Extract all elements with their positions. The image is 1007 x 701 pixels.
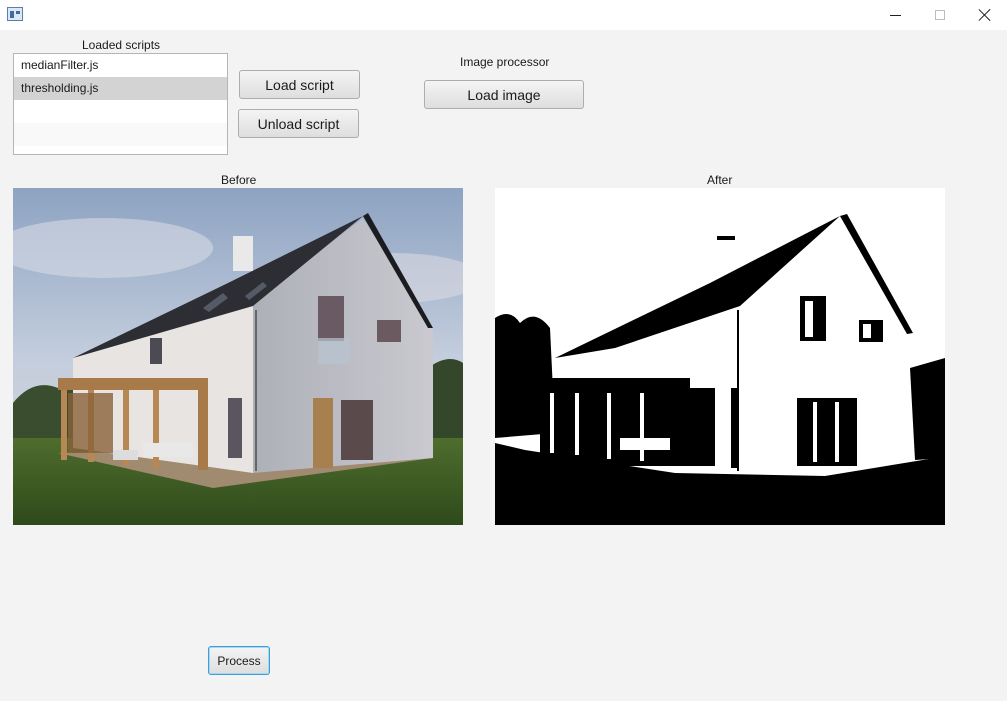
maximize-button[interactable] xyxy=(917,0,963,30)
loaded-scripts-label: Loaded scripts xyxy=(82,38,161,52)
unload-script-button[interactable]: Unload script xyxy=(238,109,359,138)
load-script-button[interactable]: Load script xyxy=(239,70,360,99)
title-bar xyxy=(0,0,1007,30)
before-label: Before xyxy=(221,173,257,187)
app-icon xyxy=(7,7,23,21)
process-button[interactable]: Process xyxy=(208,646,270,675)
minimize-button[interactable] xyxy=(872,0,918,30)
after-image xyxy=(495,188,945,525)
minimize-icon xyxy=(889,14,901,16)
list-item[interactable]: thresholding.js xyxy=(14,77,227,100)
close-button[interactable] xyxy=(962,0,1007,30)
before-image xyxy=(13,188,463,525)
list-item[interactable]: medianFilter.js xyxy=(14,54,227,77)
list-item-empty xyxy=(14,123,227,146)
maximize-icon xyxy=(935,10,945,20)
load-image-button[interactable]: Load image xyxy=(424,80,584,109)
list-item-empty xyxy=(14,100,227,123)
close-icon xyxy=(979,9,991,21)
image-processor-label: Image processor xyxy=(460,55,550,69)
scripts-list[interactable]: medianFilter.js thresholding.js xyxy=(13,53,228,155)
after-label: After xyxy=(707,173,733,187)
